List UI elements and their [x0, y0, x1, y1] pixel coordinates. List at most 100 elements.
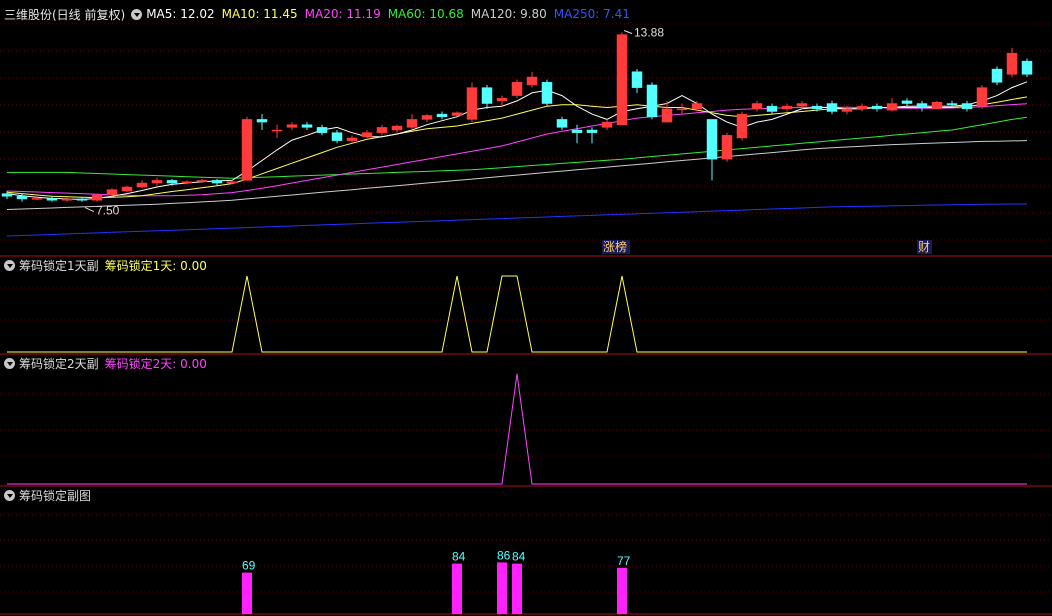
- panel3-bar-label-2: 86: [497, 548, 511, 562]
- candle-body: [286, 124, 298, 128]
- candle-body: [1021, 60, 1033, 75]
- candle-body: [481, 87, 493, 104]
- panel1-indicator: 筹码锁定1天: 0.00: [104, 258, 207, 273]
- candle-body: [421, 115, 433, 120]
- candle-6: [91, 193, 103, 202]
- candle-body: [946, 103, 958, 106]
- candle-29: [436, 111, 448, 120]
- candle-28: [421, 114, 433, 123]
- event-label-1: 财: [918, 240, 930, 254]
- chevron-down-icon[interactable]: [4, 259, 15, 271]
- panel3-bar-label-3: 84: [512, 550, 526, 564]
- candle-36: [541, 79, 553, 107]
- candle-30: [451, 111, 463, 117]
- candle-body: [631, 71, 643, 88]
- panel2-line: [7, 373, 1027, 485]
- candle-body: [871, 105, 883, 110]
- candle-45: [676, 103, 688, 115]
- candle-14: [211, 179, 223, 186]
- ma-label-0: MA5: 12.02: [146, 7, 215, 21]
- candle-body: [211, 180, 223, 184]
- candle-body: [391, 125, 403, 131]
- candle-body: [796, 103, 808, 107]
- panel3-bar-label-1: 84: [452, 550, 466, 564]
- candle-body: [436, 113, 448, 118]
- candle-20: [301, 122, 313, 131]
- panel2-title: 筹码锁定2天副: [19, 356, 99, 371]
- candle-body: [886, 103, 898, 111]
- candle-26: [391, 124, 403, 133]
- candle-66: [991, 66, 1003, 85]
- candle-body: [556, 119, 568, 128]
- ma-legend: MA5: 12.02 MA10: 11.45 MA20: 11.19 MA60: 10…: [146, 7, 630, 21]
- candle-body: [721, 135, 733, 160]
- chevron-down-icon[interactable]: [4, 489, 15, 501]
- panel1-legend: 筹码锁定1天副 筹码锁定1天: 0.00: [0, 256, 213, 274]
- chevron-down-icon[interactable]: [4, 357, 15, 369]
- candle-27: [406, 114, 418, 131]
- chevron-down-icon[interactable]: [131, 8, 143, 20]
- candle-7: [106, 188, 118, 197]
- candle-body: [166, 180, 178, 184]
- ma-label-3: MA60: 10.68: [387, 7, 464, 21]
- candle-body: [496, 97, 508, 102]
- candle-17: [256, 114, 268, 131]
- panel3-bar-label-4: 77: [617, 554, 631, 568]
- candle-39: [586, 127, 598, 144]
- panel3-bar-4: [617, 567, 627, 614]
- candle-body: [736, 113, 748, 139]
- candle-body: [376, 127, 388, 133]
- candle-3: [46, 196, 58, 202]
- candle-body: [151, 180, 163, 184]
- kline-chart-canvas[interactable]: 13.887.50涨榜 财6984 86 84 77: [0, 0, 1052, 616]
- candle-body: [16, 196, 28, 200]
- candle-body: [601, 121, 613, 128]
- candle-37: [556, 116, 568, 131]
- panel3-bar-2: [497, 562, 507, 614]
- candle-67: [1006, 47, 1018, 78]
- candle-43: [646, 82, 658, 120]
- candle-body: [706, 119, 718, 160]
- candle-body: [361, 132, 373, 137]
- candle-body: [46, 198, 58, 201]
- candle-10: [151, 177, 163, 186]
- candle-body: [1006, 52, 1018, 75]
- candle-8: [121, 185, 133, 193]
- candle-body: [811, 105, 823, 110]
- candle-19: [286, 122, 298, 131]
- low-annotation-arrow: [84, 207, 95, 213]
- ma-label-1: MA10: 11.45: [221, 7, 298, 21]
- candle-body: [586, 129, 598, 133]
- candle-body: [541, 82, 553, 104]
- panel3-bar-label-0: 69: [242, 559, 256, 573]
- main-legend: 三维股份(日线 前复权) MA5: 12.02 MA10: 11.45 MA20: …: [0, 5, 636, 23]
- ma-label-4: MA120: 9.80: [470, 7, 547, 21]
- candle-47: [706, 119, 718, 181]
- candle-body: [766, 105, 778, 112]
- candle-18: [271, 124, 283, 138]
- candle-40: [601, 119, 613, 131]
- candle-35: [526, 71, 538, 88]
- candle-body: [976, 87, 988, 107]
- candle-body: [256, 119, 268, 123]
- panel2-legend: 筹码锁定2天副 筹码锁定2天: 0.00: [0, 354, 213, 372]
- candle-body: [661, 108, 673, 123]
- candle-body: [196, 180, 208, 182]
- candle-50: [751, 100, 763, 112]
- candle-body: [646, 84, 658, 118]
- candle-body: [241, 119, 253, 181]
- ma60-line: [7, 116, 1028, 179]
- candle-body: [961, 103, 973, 110]
- panel3-bar-1: [452, 563, 462, 614]
- candle-48: [721, 132, 733, 162]
- candle-60: [901, 98, 913, 107]
- candle-34: [511, 79, 523, 99]
- candle-68: [1021, 58, 1033, 78]
- candle-body: [616, 34, 628, 125]
- ma-label-2: MA20: 11.19: [304, 7, 381, 21]
- candle-body: [931, 101, 943, 110]
- candle-body: [751, 103, 763, 110]
- candle-body: [1, 193, 13, 197]
- high-annotation-arrow: [623, 30, 633, 34]
- candle-body: [31, 198, 43, 200]
